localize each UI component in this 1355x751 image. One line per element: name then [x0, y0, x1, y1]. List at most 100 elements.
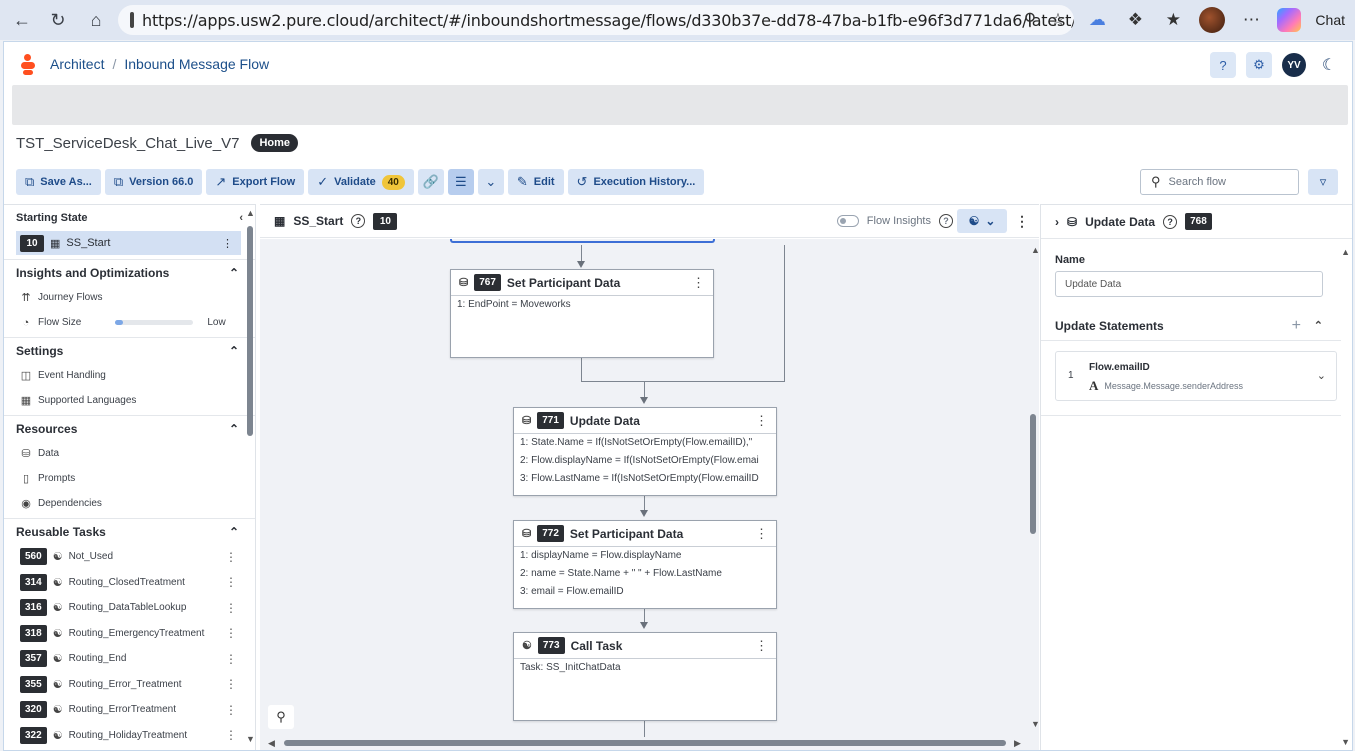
task-kebab-icon[interactable]: ⋮: [225, 728, 237, 742]
reusable-task-item[interactable]: 318 ☯ Routing_EmergencyTreatment ⋮: [4, 621, 255, 647]
layout-view-button[interactable]: ☯ ⌄: [957, 209, 1007, 233]
back-icon[interactable]: ←: [4, 4, 40, 36]
chevron-down-icon[interactable]: ⌄: [477, 169, 504, 195]
left-scrollbar[interactable]: ▲ ▼: [246, 208, 255, 744]
task-kebab-icon[interactable]: ⋮: [225, 652, 237, 666]
task-kebab-icon[interactable]: ⋮: [225, 550, 237, 564]
settings-section-header[interactable]: Settings ⌃: [4, 337, 255, 363]
collapse-left-icon[interactable]: ‹: [239, 212, 243, 224]
breadcrumb-inbound-message-flow[interactable]: Inbound Message Flow: [124, 56, 269, 72]
event-handling-item[interactable]: ◫ Event Handling: [4, 363, 255, 388]
profile-avatar[interactable]: [1199, 7, 1226, 33]
task-kebab-icon[interactable]: ⋮: [225, 575, 237, 589]
more-icon[interactable]: ⋯: [1239, 8, 1263, 32]
starting-state-item[interactable]: 10 ▦ SS_Start ⋮: [16, 231, 241, 255]
reusable-task-item[interactable]: 316 ☯ Routing_DataTableLookup ⋮: [4, 595, 255, 621]
canvas-hscroll-thumb[interactable]: [284, 740, 1006, 746]
scroll-left-icon[interactable]: ◀: [268, 738, 275, 749]
chat-label[interactable]: Chat: [1315, 12, 1345, 28]
zoom-icon[interactable]: ⚲: [1018, 8, 1042, 32]
node-kebab-icon[interactable]: ⋮: [755, 638, 768, 654]
chevron-up-icon[interactable]: ⌃: [1314, 319, 1323, 332]
validate-button[interactable]: ✓ Validate 40: [308, 169, 414, 195]
home-icon[interactable]: ⌂: [78, 4, 114, 36]
state-kebab-icon[interactable]: ⋮: [222, 237, 233, 250]
reload-icon[interactable]: ↻: [40, 4, 76, 36]
breadcrumb-architect[interactable]: Architect: [50, 56, 104, 72]
task-kebab-icon[interactable]: ⋮: [225, 703, 237, 717]
reusable-task-item[interactable]: 320 ☯ Routing_ErrorTreatment ⋮: [4, 697, 255, 723]
arrow-icon: [640, 622, 648, 629]
task-kebab-icon[interactable]: ⋮: [225, 626, 237, 640]
task-kebab-icon[interactable]: ⋮: [225, 677, 237, 691]
scroll-up-icon[interactable]: ▲: [246, 208, 255, 218]
scroll-up-icon[interactable]: ▲: [1341, 247, 1350, 257]
list-view-icon[interactable]: ☰: [447, 169, 474, 195]
chevron-down-icon[interactable]: ⌄: [1317, 369, 1326, 382]
zoom-search-icon[interactable]: ⚲: [268, 705, 294, 729]
add-icon[interactable]: +: [1292, 317, 1301, 335]
scroll-right-icon[interactable]: ▶: [1014, 738, 1021, 749]
favorites-icon[interactable]: ★: [1161, 8, 1185, 32]
export-flow-button[interactable]: ↗ Export Flow: [206, 169, 305, 195]
reusable-task-item[interactable]: 560 ☯ Not_Used ⋮: [4, 544, 255, 570]
journey-flows-item[interactable]: ⇈ Journey Flows: [4, 285, 255, 310]
reusable-task-item[interactable]: 355 ☯ Routing_Error_Treatment ⋮: [4, 672, 255, 698]
node-kebab-icon[interactable]: ⋮: [692, 275, 705, 291]
dependencies-item[interactable]: ◉ Dependencies: [4, 491, 255, 516]
expand-icon[interactable]: ›: [1055, 215, 1059, 229]
flow-canvas[interactable]: ⛁ 767 Set Participant Data ⋮ 1: EndPoint = …: [260, 239, 1039, 750]
flow-node-772[interactable]: ⛁ 772 Set Participant Data ⋮ 1: displayName…: [513, 520, 777, 609]
help-icon[interactable]: ?: [1163, 214, 1178, 229]
scroll-down-icon[interactable]: ▼: [1031, 719, 1039, 729]
task-name: Routing_End: [68, 653, 127, 665]
gear-icon[interactable]: ⚙: [1246, 52, 1272, 78]
prompts-item[interactable]: ▯ Prompts: [4, 466, 255, 491]
user-avatar[interactable]: YV: [1282, 53, 1306, 77]
node-kebab-icon[interactable]: ⋮: [755, 413, 768, 429]
save-as-button[interactable]: ⧉ Save As...: [16, 169, 101, 195]
supported-languages-item[interactable]: ▦ Supported Languages: [4, 388, 255, 413]
update-statement-row[interactable]: 1 Flow.emailID A Message.Message.senderAd…: [1055, 351, 1337, 401]
reusable-task-item[interactable]: 314 ☯ Routing_ClosedTreatment ⋮: [4, 570, 255, 596]
connector: [581, 357, 582, 381]
canvas-horizontal-scrollbar[interactable]: ◀ ▶: [260, 737, 1039, 749]
reusable-tasks-section-header[interactable]: Reusable Tasks ⌃: [4, 518, 255, 544]
copilot-icon[interactable]: [1277, 8, 1302, 32]
toggle-switch[interactable]: [836, 215, 859, 227]
resources-section-header[interactable]: Resources ⌃: [4, 415, 255, 441]
node-kebab-icon[interactable]: ⋮: [755, 526, 768, 542]
help-icon[interactable]: ?: [939, 214, 953, 228]
version-button[interactable]: ⧉ Version 66.0: [104, 169, 203, 195]
edit-button[interactable]: ✎ Edit: [507, 169, 564, 195]
flow-node-773[interactable]: ☯ 773 Call Task ⋮ Task: SS_InitChatData: [513, 632, 777, 721]
filter-icon[interactable]: ▿: [1308, 169, 1338, 195]
reusable-task-item[interactable]: 357 ☯ Routing_End ⋮: [4, 646, 255, 672]
execution-history-button[interactable]: ↺ Execution History...: [567, 169, 705, 195]
dark-mode-icon[interactable]: ☾: [1316, 52, 1342, 78]
canvas-vscroll-thumb[interactable]: [1030, 414, 1036, 534]
task-name: Routing_Error_Treatment: [68, 678, 182, 690]
search-flow-input[interactable]: ⚲ Search flow: [1140, 169, 1299, 195]
left-scroll-thumb[interactable]: [247, 226, 253, 436]
help-icon[interactable]: ?: [1210, 52, 1236, 78]
insights-section-header[interactable]: Insights and Optimizations ⌃: [4, 259, 255, 285]
scroll-down-icon[interactable]: ▼: [1341, 737, 1350, 747]
extension-cloud-icon[interactable]: ☁: [1085, 8, 1109, 32]
reusable-task-item[interactable]: 322 ☯ Routing_HolidayTreatment ⋮: [4, 723, 255, 749]
data-item[interactable]: ⛁ Data: [4, 441, 255, 466]
flow-insights-toggle[interactable]: Flow Insights ?: [836, 214, 953, 228]
help-icon[interactable]: ?: [351, 214, 366, 228]
link-icon[interactable]: 🔗: [417, 169, 444, 195]
flow-node-771[interactable]: ⛁ 771 Update Data ⋮ 1: State.Name = If(IsNo…: [513, 407, 777, 496]
address-bar[interactable]: https://apps.usw2.pure.cloud/architect/#…: [118, 5, 1074, 35]
scroll-up-icon[interactable]: ▲: [1031, 245, 1039, 255]
task-kebab-icon[interactable]: ⋮: [225, 601, 237, 615]
site-info-icon[interactable]: [130, 12, 134, 28]
extensions-icon[interactable]: ❖: [1123, 8, 1147, 32]
favorite-star-icon[interactable]: ☆: [1046, 8, 1070, 32]
flow-node-767[interactable]: ⛁ 767 Set Participant Data ⋮ 1: EndPoint = …: [450, 269, 714, 358]
scroll-down-icon[interactable]: ▼: [246, 734, 255, 744]
name-input[interactable]: Update Data: [1055, 271, 1323, 297]
canvas-kebab-icon[interactable]: ⋮: [1015, 213, 1029, 230]
